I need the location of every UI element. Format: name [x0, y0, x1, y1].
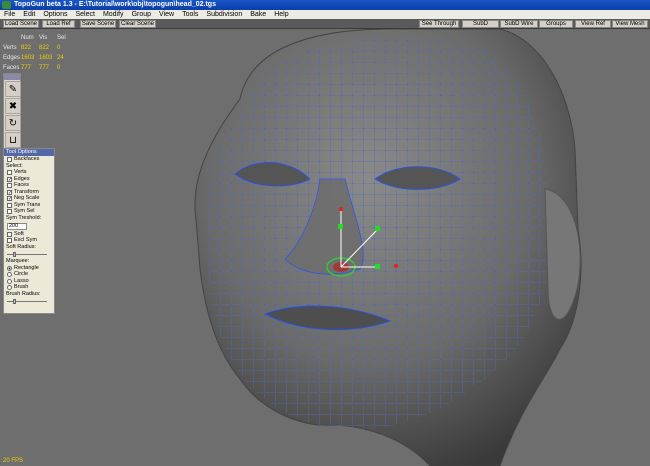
- stats-num: 1603: [21, 55, 35, 61]
- stats-vis: 777: [39, 65, 50, 71]
- menu-tools[interactable]: Tools: [178, 10, 202, 19]
- select-label: Select:: [6, 162, 23, 169]
- delete-tool-icon[interactable]: ✖: [5, 98, 21, 114]
- menu-edit[interactable]: Edit: [19, 10, 39, 19]
- brush-radius-label: Brush Radius:: [6, 291, 41, 297]
- groups-button[interactable]: Groups: [539, 20, 573, 28]
- tool-options-panel: Tool Options Backfaces Select: Verts ✓ Ed…: [3, 148, 55, 314]
- stats-label: Edges: [3, 55, 21, 61]
- stats-header-sel: Sel: [57, 35, 66, 41]
- stats-sel: 24: [57, 55, 64, 61]
- stats-row-edges: Edges 1603 1603 24: [3, 53, 75, 63]
- soft-radius-slider[interactable]: [7, 252, 51, 257]
- clear-scene-button[interactable]: Clear Scene: [119, 20, 156, 28]
- stats-vis: 822: [39, 45, 50, 51]
- load-ref-button[interactable]: Load Ref: [42, 20, 75, 28]
- brush-radius-slider[interactable]: [7, 299, 51, 304]
- sym-threshold-label: Sym Treshold:: [6, 215, 42, 221]
- save-scene-button[interactable]: Save Scene: [80, 20, 116, 28]
- bridge-tool-icon[interactable]: ⊔: [5, 132, 21, 148]
- rotate-tool-icon[interactable]: ↻: [5, 115, 21, 131]
- view-mesh-button[interactable]: View Mesh: [612, 20, 648, 28]
- menu-bar: File Edit Options Select Modify Group Vi…: [0, 10, 650, 19]
- 3d-viewport[interactable]: [0, 29, 650, 466]
- see-through-button[interactable]: See Through: [419, 20, 459, 28]
- stats-row-verts: Verts 822 822 0: [3, 43, 75, 53]
- menu-select[interactable]: Select: [71, 10, 98, 19]
- menu-group[interactable]: Group: [128, 10, 155, 19]
- menu-bake[interactable]: Bake: [246, 10, 270, 19]
- window-title: TopoGun beta 1.3 - E:\Tutorial\work\obj\…: [14, 1, 216, 8]
- stats-header-blank: [3, 33, 21, 43]
- stats-sel: 0: [57, 45, 61, 51]
- menu-options[interactable]: Options: [39, 10, 71, 19]
- title-bar: TopoGun beta 1.3 - E:\Tutorial\work\obj\…: [0, 0, 650, 10]
- subd-button[interactable]: SubD: [462, 20, 499, 28]
- tools-panel-header: [4, 74, 20, 80]
- tools-panel: ✎ ✖ ↻ ⊔: [3, 73, 21, 150]
- subd-wire-button[interactable]: SubD Wire: [500, 20, 538, 28]
- load-scene-button[interactable]: Load Scene: [3, 20, 39, 28]
- soft-radius-label: Soft Radius:: [6, 244, 36, 250]
- stats-row-faces: Faces 777 777 0: [3, 63, 75, 73]
- stats-num: 777: [21, 65, 32, 71]
- mesh-stats: Num Vis Sel Verts 822 822 0 Edges 1603 1…: [3, 33, 75, 73]
- stats-header-vis: Vis: [39, 35, 48, 41]
- menu-view[interactable]: View: [155, 10, 178, 19]
- draw-tool-icon[interactable]: ✎: [5, 81, 21, 97]
- stats-num: 822: [21, 45, 32, 51]
- menu-subdivision[interactable]: Subdivision: [202, 10, 246, 19]
- menu-help[interactable]: Help: [270, 10, 292, 19]
- main-toolbar: Load Scene Load Ref Save Scene Clear Sce…: [0, 19, 650, 29]
- stats-header-num: Num: [21, 35, 34, 41]
- stats-vis: 1603: [39, 55, 53, 61]
- sym-threshold-input[interactable]: 200: [7, 223, 27, 230]
- menu-file[interactable]: File: [0, 10, 19, 19]
- stats-label: Verts: [3, 45, 17, 51]
- stats-sel: 0: [57, 65, 61, 71]
- app-icon: [2, 1, 11, 9]
- fps-counter: 20 FPS: [3, 458, 24, 464]
- head-render: [194, 29, 582, 466]
- view-ref-button[interactable]: View Ref: [575, 20, 611, 28]
- stats-label: Faces: [3, 65, 20, 71]
- menu-modify[interactable]: Modify: [99, 10, 128, 19]
